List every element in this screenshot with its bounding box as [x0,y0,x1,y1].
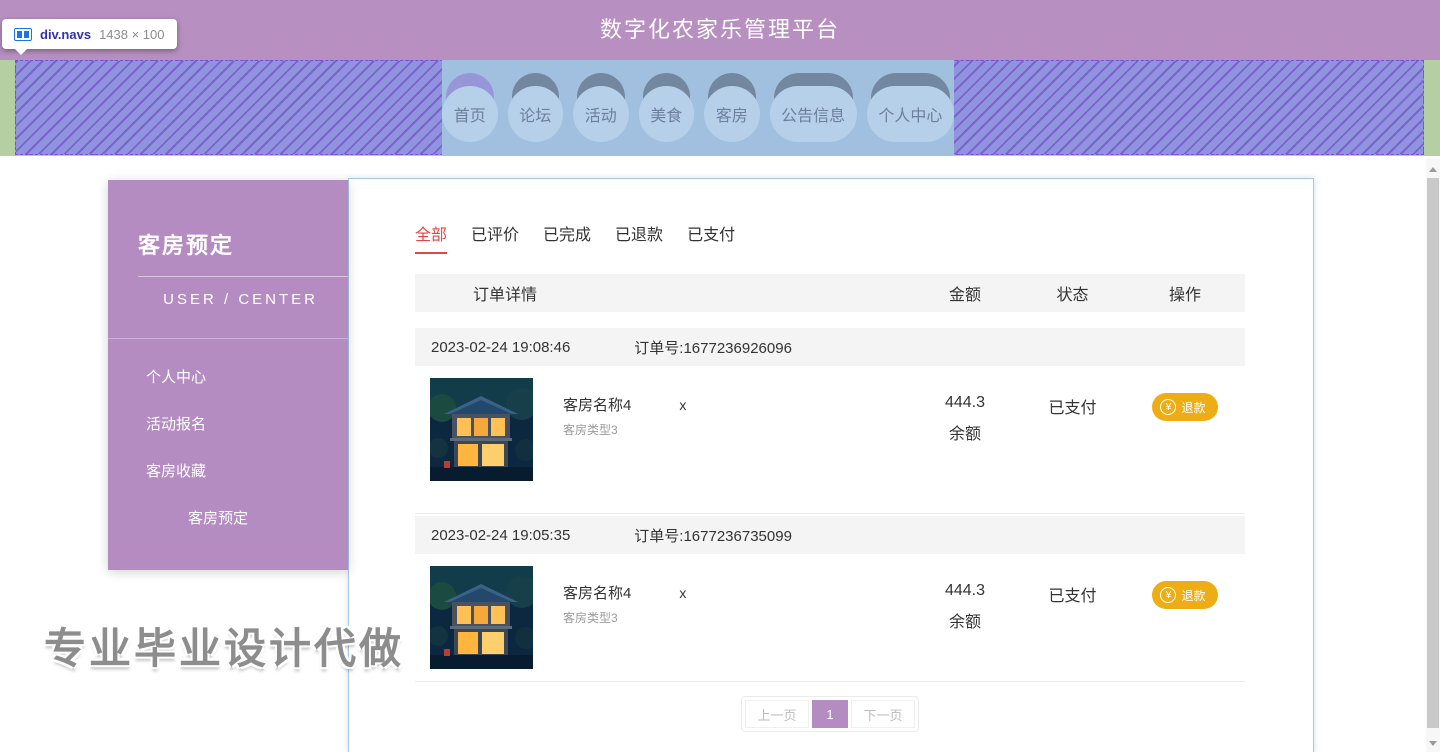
tab-reviewed[interactable]: 已评价 [471,221,519,254]
order-amount: 444.3 [944,394,986,411]
sidebar-item-personal-center[interactable]: 个人中心 [108,353,348,400]
room-photo [430,378,533,481]
main-nav: 首页 论坛 活动 美食 客房 公告信息 个人中心 [441,60,955,156]
pay-method-balance: 余额 [948,614,981,631]
sidebar-divider [108,338,348,339]
room-photo [430,566,533,669]
vertical-scrollbar[interactable] [1426,158,1440,752]
sidebar-divider [138,276,348,277]
nav-item-activity[interactable]: 活动 [573,73,629,143]
app-header: 数字化农家乐管理平台 [0,0,1440,60]
order-group-header: 2023-02-24 19:05:35 订单号:1677236735099 [415,516,1245,554]
order-status: 已支付 [1048,400,1097,417]
scrollbar-thumb[interactable] [1427,178,1439,728]
sidebar-item-room-favorites[interactable]: 客房收藏 [108,447,348,494]
tab-completed[interactable]: 已完成 [543,221,591,254]
col-order-details: 订单详情 [473,287,538,304]
sidebar-item-room-booking[interactable]: 客房预定 [108,494,348,541]
scroll-up-arrow-icon[interactable] [1426,162,1440,176]
nav-list: 首页 论坛 活动 美食 客房 公告信息 个人中心 [441,60,955,143]
page-title: 数字化农家乐管理平台 [599,17,840,42]
refund-button-label: 退款 [1181,400,1206,415]
nav-label: 美食 [638,86,695,142]
nav-label: 论坛 [507,86,564,142]
order-datetime: 2023-02-24 19:05:35 [431,526,571,544]
sidebar-item-activity-signup[interactable]: 活动报名 [108,400,348,447]
room-type: 客房类型3 [563,611,618,625]
orders-table-header: 订单详情 金额 状态 操作 [415,274,1245,312]
nav-item-rooms[interactable]: 客房 [704,73,760,143]
tab-refunded[interactable]: 已退款 [615,221,663,254]
tab-all[interactable]: 全部 [415,221,448,254]
devtools-tooltip: div.navs 1438 × 100 [2,19,177,55]
watermark-text: 专业毕业设计代做 [44,625,405,672]
page-number-1[interactable]: 1 [812,700,848,728]
order-item-row: 客房名称4 x 客房类型3 444.3 余额 已支付 ¥ 退款 [415,366,1245,514]
nav-strip: 首页 论坛 活动 美食 客房 公告信息 个人中心 [0,60,1440,156]
order-number: 订单号:1677236735099 [634,527,792,545]
nav-item-food[interactable]: 美食 [638,73,695,143]
sidebar-title: 客房预定 [138,233,235,258]
prev-page-button[interactable]: 上一页 [745,700,809,728]
col-amount: 金额 [948,287,981,304]
room-type: 客房类型3 [563,423,618,437]
refund-button[interactable]: ¥ 退款 [1152,581,1218,609]
order-number: 订单号:1677236926096 [634,339,792,357]
room-multiplier: x [679,585,687,601]
next-page-button[interactable]: 下一页 [851,700,915,728]
room-multiplier: x [679,397,687,413]
flex-badge-icon [14,27,32,41]
pagination-box: 上一页 1 下一页 [741,696,919,732]
devtools-selector: div.navs [40,26,92,42]
col-status: 状态 [1056,287,1089,304]
col-action: 操作 [1168,287,1201,304]
nav-label: 活动 [573,86,629,142]
nav-label: 首页 [441,86,498,142]
yuan-icon: ¥ [1160,587,1177,603]
nav-label: 公告信息 [769,86,857,142]
order-item-row: 客房名称4 x 客房类型3 444.3 余额 已支付 ¥ 退款 [415,554,1245,682]
sidebar-menu: 个人中心 活动报名 客房收藏 客房预定 [108,353,348,541]
tab-paid[interactable]: 已支付 [687,221,735,254]
sidebar: 客房预定 USER / CENTER 个人中心 活动报名 客房收藏 客房预定 [108,180,348,570]
order-group-header: 2023-02-24 19:08:46 订单号:1677236926096 [415,328,1245,366]
room-name: 客房名称4 [563,585,632,602]
nav-item-announcements[interactable]: 公告信息 [769,73,857,143]
pay-method-balance: 余额 [948,426,981,443]
orders-panel: 全部 已评价 已完成 已退款 已支付 订单详情 金额 状态 操作 2023-02… [348,178,1314,752]
refund-button-label: 退款 [1181,588,1206,603]
room-name: 客房名称4 [563,397,632,414]
nav-label: 个人中心 [866,86,955,142]
nav-label: 客房 [704,86,760,142]
devtools-dimensions: 1438 × 100 [99,26,165,42]
sidebar-subtitle: USER / CENTER [163,291,318,308]
order-status: 已支付 [1048,588,1097,605]
order-status-tabs: 全部 已评价 已完成 已退款 已支付 [415,221,1245,254]
scroll-down-arrow-icon[interactable] [1426,736,1440,750]
order-datetime: 2023-02-24 19:08:46 [431,338,571,356]
nav-item-home[interactable]: 首页 [441,73,498,143]
nav-item-forum[interactable]: 论坛 [507,73,564,143]
pagination: 上一页 1 下一页 [415,696,1245,732]
yuan-icon: ¥ [1160,399,1177,415]
nav-item-personal-center[interactable]: 个人中心 [866,73,955,143]
refund-button[interactable]: ¥ 退款 [1152,393,1218,421]
order-amount: 444.3 [944,582,986,599]
